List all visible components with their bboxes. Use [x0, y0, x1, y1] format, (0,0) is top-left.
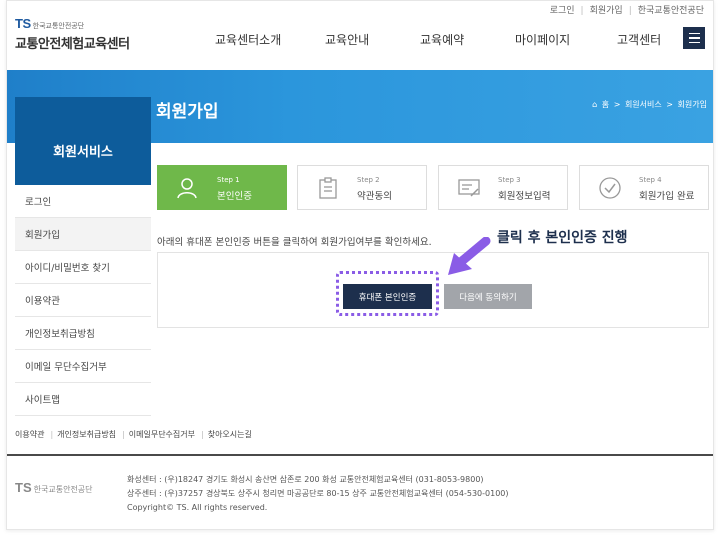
logo-mark: TS: [15, 16, 31, 31]
step-label: 회원정보입력: [498, 191, 551, 202]
footer-link-privacy[interactable]: 개인정보취급방침: [57, 430, 116, 439]
signup-link[interactable]: 회원가입: [587, 6, 626, 16]
page-frame: 로그인 | 회원가입 | 한국교통안전공단 TS 한국교통안전공단 교통안전체험교육센터 …: [6, 0, 714, 530]
form-edit-icon: [458, 179, 480, 197]
sidebar-item-terms[interactable]: 이용약관: [15, 284, 151, 317]
page-title: 회원가입: [156, 102, 219, 122]
agree-later-button[interactable]: 다음에 동의하기: [444, 284, 532, 309]
annotation-callout: 클릭 후 본인인증 진행: [497, 230, 628, 246]
footer-logo-org: 한국교통안전공단: [33, 485, 93, 494]
address-hwaseong: 화성센터 : (우)18247 경기도 화성시 송산면 삼존로 200 화성 교…: [127, 475, 484, 484]
check-circle-icon: [599, 177, 621, 199]
sidebar-item-find-id-password[interactable]: 아이디/비밀번호 찾기: [15, 251, 151, 284]
hamburger-menu-icon[interactable]: [683, 27, 705, 49]
breadcrumb-separator-icon: >: [613, 100, 621, 109]
site-logo[interactable]: TS 한국교통안전공단 교통안전체험교육센터: [15, 13, 130, 52]
sidebar-title: 회원서비스: [15, 97, 151, 185]
pointer-arrow-icon: [448, 237, 491, 275]
footer-logo: TS 한국교통안전공단: [15, 477, 93, 496]
step-number: Step 4: [639, 176, 662, 184]
nav-item-about[interactable]: 교육센터소개: [215, 31, 281, 48]
breadcrumb-separator-icon: >: [666, 100, 673, 109]
footer-links: 이용약관 | 개인정보취급방침 | 이메일무단수집거부 | 찾아오시는길: [15, 430, 252, 439]
home-icon[interactable]: ⌂: [592, 100, 597, 109]
step-number: Step 2: [357, 176, 380, 184]
breadcrumb-member-service[interactable]: 회원서비스: [625, 100, 662, 109]
step-member-info: Step 3 회원정보입력: [438, 165, 568, 210]
breadcrumb-current: 회원가입: [677, 100, 707, 109]
nav-item-education[interactable]: 교육안내: [325, 31, 369, 48]
nav-item-support[interactable]: 고객센터: [617, 31, 661, 48]
sidebar-item-login[interactable]: 로그인: [15, 185, 151, 218]
footer-link-terms[interactable]: 이용약관: [15, 430, 44, 439]
phone-verification-button[interactable]: 휴대폰 본인인증: [343, 284, 432, 309]
copyright: Copyright© TS. All rights reserved.: [127, 503, 268, 512]
sidebar-item-privacy[interactable]: 개인정보취급방침: [15, 317, 151, 350]
breadcrumb: ⌂ 홈 > 회원서비스 > 회원가입: [590, 99, 707, 110]
sidebar-item-sitemap[interactable]: 사이트맵: [15, 383, 151, 416]
clipboard-icon: [319, 177, 337, 199]
step-label: 회원가입 완료: [639, 191, 695, 202]
nav-item-reservation[interactable]: 교육예약: [420, 31, 464, 48]
user-icon: [177, 178, 197, 199]
instruction-text: 아래의 휴대폰 본인인증 버튼을 클릭하여 회원가입여부를 확인하세요.: [157, 237, 432, 248]
footer-link-directions[interactable]: 찾아오시는길: [208, 430, 252, 439]
step-label: 본인인증: [217, 191, 252, 202]
step-label: 약관동의: [357, 191, 392, 202]
sidebar-item-signup[interactable]: 회원가입: [15, 218, 151, 251]
login-link[interactable]: 로그인: [547, 6, 578, 16]
step-terms-agreement: Step 2 약관동의: [297, 165, 427, 210]
address-sangju: 상주센터 : (우)37257 경상북도 상주시 청리면 마공공단로 80-15…: [127, 489, 509, 498]
footer-link-email-refusal[interactable]: 이메일무단수집거부: [129, 430, 195, 439]
step-signup-complete: Step 4 회원가입 완료: [579, 165, 709, 210]
logo-name: 교통안전체험교육센터: [15, 37, 130, 52]
breadcrumb-home[interactable]: 홈: [602, 100, 609, 109]
nav-item-mypage[interactable]: 마이페이지: [515, 31, 570, 48]
utility-links: 로그인 | 회원가입 | 한국교통안전공단: [547, 3, 707, 16]
sidebar-item-email-refusal[interactable]: 이메일 무단수집거부: [15, 350, 151, 383]
footer-address: 화성센터 : (우)18247 경기도 화성시 송산면 삼존로 200 화성 교…: [127, 473, 509, 515]
footer-logo-mark: TS: [15, 480, 32, 495]
step-identity-verification: Step 1 본인인증: [157, 165, 287, 210]
sidebar-menu: 로그인 회원가입 아이디/비밀번호 찾기 이용약관 개인정보취급방침 이메일 무…: [15, 185, 151, 416]
footer-divider: [7, 454, 713, 456]
step-number: Step 1: [217, 176, 240, 184]
kotsa-link[interactable]: 한국교통안전공단: [635, 6, 707, 16]
step-number: Step 3: [498, 176, 521, 184]
logo-org: 한국교통안전공단: [32, 22, 85, 30]
